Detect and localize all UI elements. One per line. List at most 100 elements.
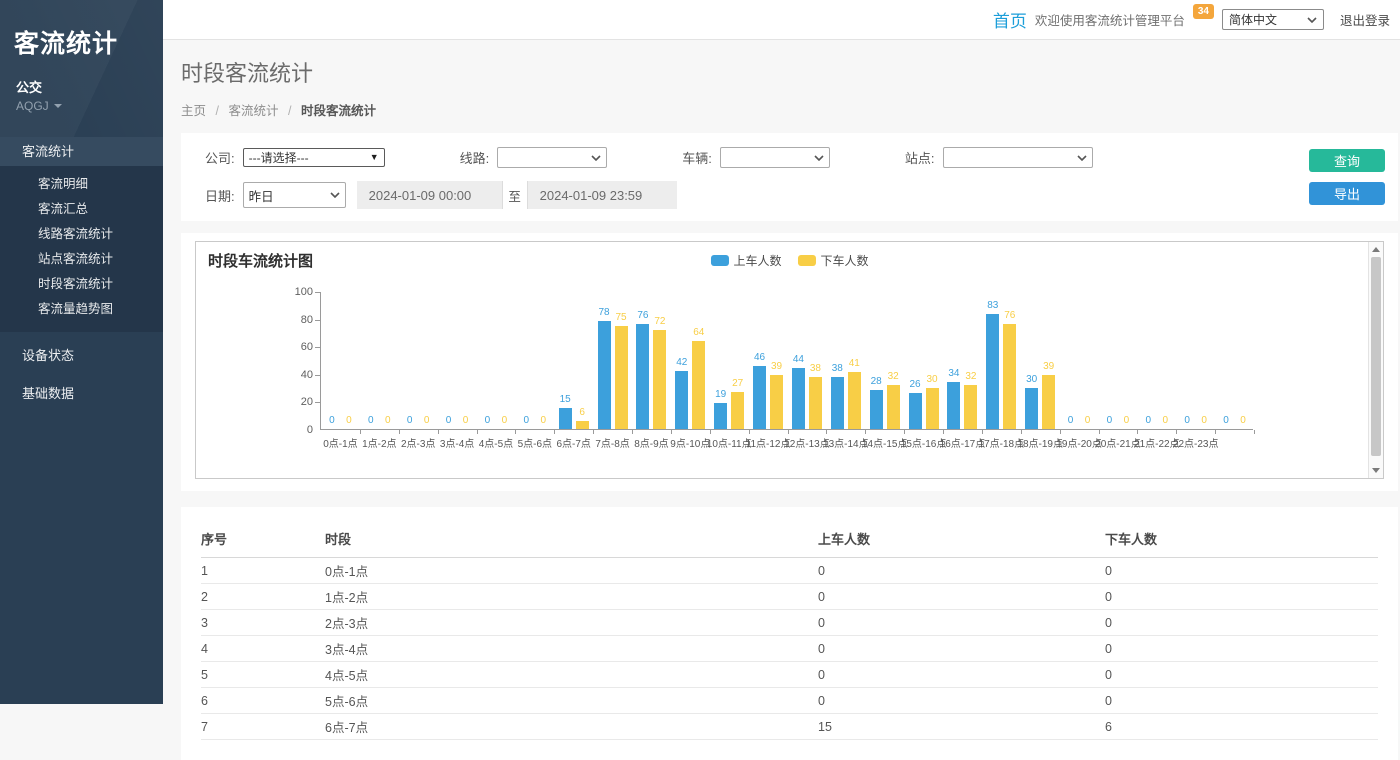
legend-item-alighting[interactable]: 下车人数 — [798, 252, 869, 269]
bar-value-label: 0 — [1085, 415, 1091, 426]
x-axis-label: 22点-23点 — [1173, 435, 1219, 450]
scroll-up-arrow-icon[interactable] — [1372, 247, 1380, 252]
x-axis-tick — [477, 430, 478, 434]
bar-group: 4264 — [671, 291, 710, 429]
bar-value-label: 0 — [1068, 415, 1074, 426]
y-axis-label: 0 — [277, 424, 313, 436]
bar-value-label: 44 — [793, 354, 804, 365]
table-row[interactable]: 65点-6点00 — [201, 688, 1378, 714]
bar-下车人数[interactable]: 76 — [1003, 324, 1016, 429]
bar-group: 00 — [1060, 291, 1099, 429]
bar-上车人数[interactable]: 78 — [598, 321, 611, 429]
bar-下车人数[interactable]: 41 — [848, 372, 861, 429]
breadcrumb-home[interactable]: 主页 — [181, 104, 206, 118]
page-title: 时段客流统计 — [181, 56, 1400, 88]
bar-下车人数[interactable]: 39 — [1042, 375, 1055, 429]
sidebar-item[interactable]: 站点客流统计 — [0, 247, 163, 272]
sidebar-section-2[interactable]: 基础数据 — [0, 379, 163, 408]
date-preset-select[interactable]: 昨日 — [243, 182, 346, 208]
bar-下车人数[interactable]: 27 — [731, 392, 744, 429]
bar-group: 15 6 — [554, 291, 593, 429]
legend-item-boarding[interactable]: 上车人数 — [710, 252, 781, 269]
logout-link[interactable]: 退出登录 — [1340, 10, 1390, 29]
table-body: 10点-1点0021点-2点0032点-3点0043点-4点0054点-5点00… — [201, 558, 1378, 740]
nav-home-link[interactable]: 首页 — [993, 7, 1027, 32]
sidebar-item[interactable]: 线路客流统计 — [0, 222, 163, 247]
sidebar-section-0[interactable]: 客流统计 — [0, 137, 163, 166]
table-cell: 0 — [1105, 610, 1378, 636]
bar-下车人数[interactable]: 72 — [653, 330, 666, 429]
x-axis-label: 6点-7点 — [556, 435, 590, 450]
scroll-down-arrow-icon[interactable] — [1372, 468, 1380, 473]
bar-上车人数[interactable]: 34 — [947, 382, 960, 429]
bar-上车人数[interactable]: 76 — [636, 324, 649, 429]
bar-下车人数[interactable]: 38 — [809, 377, 822, 429]
legend-chip-blue — [710, 255, 728, 266]
bar-value-label: 0 — [385, 415, 391, 426]
bar-group: 00 — [321, 291, 360, 429]
table-cell: 7 — [201, 714, 325, 740]
vehicle-select[interactable] — [720, 147, 830, 168]
bar-上车人数[interactable]: 42 — [675, 371, 688, 429]
bar-上车人数[interactable]: 28 — [870, 390, 883, 429]
table-cell: 1 — [201, 558, 325, 584]
breadcrumb-section[interactable]: 客流统计 — [228, 104, 278, 118]
bar-下车人数[interactable]: 6 — [576, 421, 589, 429]
table-row[interactable]: 32点-3点00 — [201, 610, 1378, 636]
bar-上车人数[interactable]: 15 — [559, 408, 572, 429]
table-row[interactable]: 10点-1点00 — [201, 558, 1378, 584]
table-row[interactable]: 43点-4点00 — [201, 636, 1378, 662]
table-row[interactable]: 54点-5点00 — [201, 662, 1378, 688]
bar-下车人数[interactable]: 64 — [692, 341, 705, 429]
bar-下车人数[interactable]: 32 — [964, 385, 977, 429]
bar-value-label: 19 — [715, 389, 726, 400]
bar-value-label: 39 — [771, 361, 782, 372]
date-preset-value: 昨日 — [249, 186, 274, 205]
bar-上车人数[interactable]: 38 — [831, 377, 844, 429]
query-button[interactable]: 查询 — [1309, 149, 1385, 172]
export-button[interactable]: 导出 — [1309, 182, 1385, 205]
bar-上车人数[interactable]: 19 — [714, 403, 727, 429]
x-axis-tick — [1021, 430, 1022, 434]
y-axis-label: 80 — [277, 314, 313, 326]
line-label: 线路: — [460, 148, 490, 167]
table-cell: 6 — [1105, 714, 1378, 740]
company-label: 公司: — [205, 148, 235, 167]
sidebar-section-1[interactable]: 设备状态 — [0, 341, 163, 370]
bar-下车人数[interactable]: 75 — [615, 326, 628, 430]
line-select[interactable] — [497, 147, 607, 168]
language-value: 简体中文 — [1229, 11, 1277, 28]
chart-vertical-scrollbar[interactable] — [1368, 242, 1383, 478]
bar-value-label: 38 — [810, 363, 821, 374]
language-select[interactable]: 简体中文 — [1222, 9, 1324, 30]
date-start-input[interactable]: 2024-01-09 00:00 — [357, 181, 502, 209]
x-axis-tick — [593, 430, 594, 434]
sidebar-item[interactable]: 时段客流统计 — [0, 272, 163, 297]
filter-panel: 公司: ---请选择--- ▼ 线路: 车辆: — [181, 133, 1398, 221]
station-select[interactable] — [943, 147, 1093, 168]
bar-上车人数[interactable]: 26 — [909, 393, 922, 429]
bar-下车人数[interactable]: 32 — [887, 385, 900, 429]
bar-下车人数[interactable]: 39 — [770, 375, 783, 429]
bar-value-label: 0 — [368, 415, 374, 426]
user-menu[interactable]: AQGJ — [0, 96, 163, 113]
bar-上车人数[interactable]: 30 — [1025, 388, 1038, 429]
y-axis-tick — [315, 347, 320, 348]
sidebar-item[interactable]: 客流量趋势图 — [0, 297, 163, 322]
x-axis-label: 9点-10点 — [670, 435, 710, 450]
bar-下车人数[interactable]: 30 — [926, 388, 939, 429]
notification-badge[interactable]: 34 — [1193, 4, 1214, 19]
table-cell: 4 — [201, 636, 325, 662]
bar-上车人数[interactable]: 46 — [753, 366, 766, 429]
table-row[interactable]: 21点-2点00 — [201, 584, 1378, 610]
scrollbar-thumb[interactable] — [1371, 257, 1381, 456]
sidebar-item[interactable]: 客流汇总 — [0, 197, 163, 222]
bar-上车人数[interactable]: 83 — [986, 314, 999, 429]
bar-value-label: 0 — [1163, 415, 1169, 426]
bar-上车人数[interactable]: 44 — [792, 368, 805, 429]
sidebar-item[interactable]: 客流明细 — [0, 172, 163, 197]
company-select[interactable]: ---请选择--- ▼ — [243, 148, 385, 167]
bar-value-label: 26 — [910, 379, 921, 390]
date-end-input[interactable]: 2024-01-09 23:59 — [528, 181, 677, 209]
table-row[interactable]: 76点-7点156 — [201, 714, 1378, 740]
